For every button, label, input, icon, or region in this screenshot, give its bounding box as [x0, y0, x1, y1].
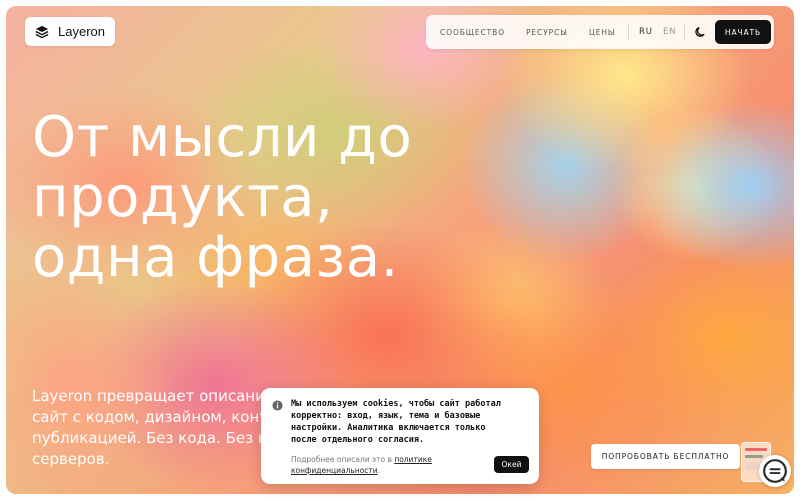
- chat-icon: [763, 459, 787, 483]
- cookie-banner: Мы используем cookies, чтобы сайт работа…: [261, 388, 539, 484]
- cookie-message: Мы используем cookies, чтобы сайт работа…: [291, 398, 531, 446]
- description-line: Layeron превращает описание: [32, 387, 275, 405]
- cookie-message-line: настройки. Аналитика включается только: [291, 423, 486, 433]
- nav-divider: [684, 23, 685, 41]
- nav-link-pricing[interactable]: ЦЕНЫ: [589, 28, 615, 37]
- brand-logo[interactable]: Layeron: [25, 17, 115, 46]
- headline-line: продукта,: [32, 165, 334, 230]
- chat-button[interactable]: [759, 455, 791, 487]
- lang-en[interactable]: EN: [663, 27, 676, 37]
- description-line: сайт с кодом, дизайном, конте: [32, 408, 278, 426]
- headline-line: От мысли до: [32, 105, 413, 170]
- brand-name: Layeron: [58, 24, 105, 39]
- cookie-ok-button[interactable]: Окей: [494, 456, 529, 473]
- top-navbar: СООБЩЕСТВО РЕСУРСЫ ЦЕНЫ RU EN НАЧАТЬ: [426, 15, 774, 49]
- info-icon: [272, 400, 283, 411]
- try-free-button[interactable]: ПОПРОБОВАТЬ БЕСПЛАТНО: [591, 444, 740, 469]
- description-line: публикацией. Без кода. Без на: [32, 429, 277, 447]
- cookie-message-line: корректно: вход, язык, тема и базовые: [291, 411, 481, 421]
- cookie-more-suffix: .: [377, 466, 381, 475]
- cookie-more-info: Подробнее описали это в политике конфиден…: [291, 454, 461, 476]
- cookie-message-line: Мы используем cookies, чтобы сайт работа…: [291, 399, 501, 409]
- nav-divider: [628, 23, 629, 41]
- nav-link-resources[interactable]: РЕСУРСЫ: [526, 28, 568, 37]
- privacy-policy-link-cont[interactable]: конфиденциальности: [291, 466, 378, 475]
- cookie-message-line: после отдельного согласия.: [291, 435, 425, 445]
- start-button[interactable]: НАЧАТЬ: [715, 20, 771, 44]
- headline-line: одна фраза.: [32, 225, 399, 290]
- privacy-policy-link[interactable]: политике: [394, 455, 432, 464]
- lang-ru[interactable]: RU: [639, 27, 653, 37]
- moon-icon[interactable]: [694, 25, 708, 39]
- layers-icon: [35, 25, 49, 38]
- hero-description: Layeron превращает описание сайт с кодом…: [32, 386, 282, 470]
- description-line: серверов.: [32, 450, 110, 468]
- nav-link-community[interactable]: СООБЩЕСТВО: [440, 28, 505, 37]
- preview-bar: [745, 448, 767, 451]
- hero-headline: От мысли до продукта, одна фраза.: [32, 108, 412, 288]
- preview-bar: [745, 455, 763, 458]
- cookie-more-prefix: Подробнее описали это в: [291, 455, 395, 464]
